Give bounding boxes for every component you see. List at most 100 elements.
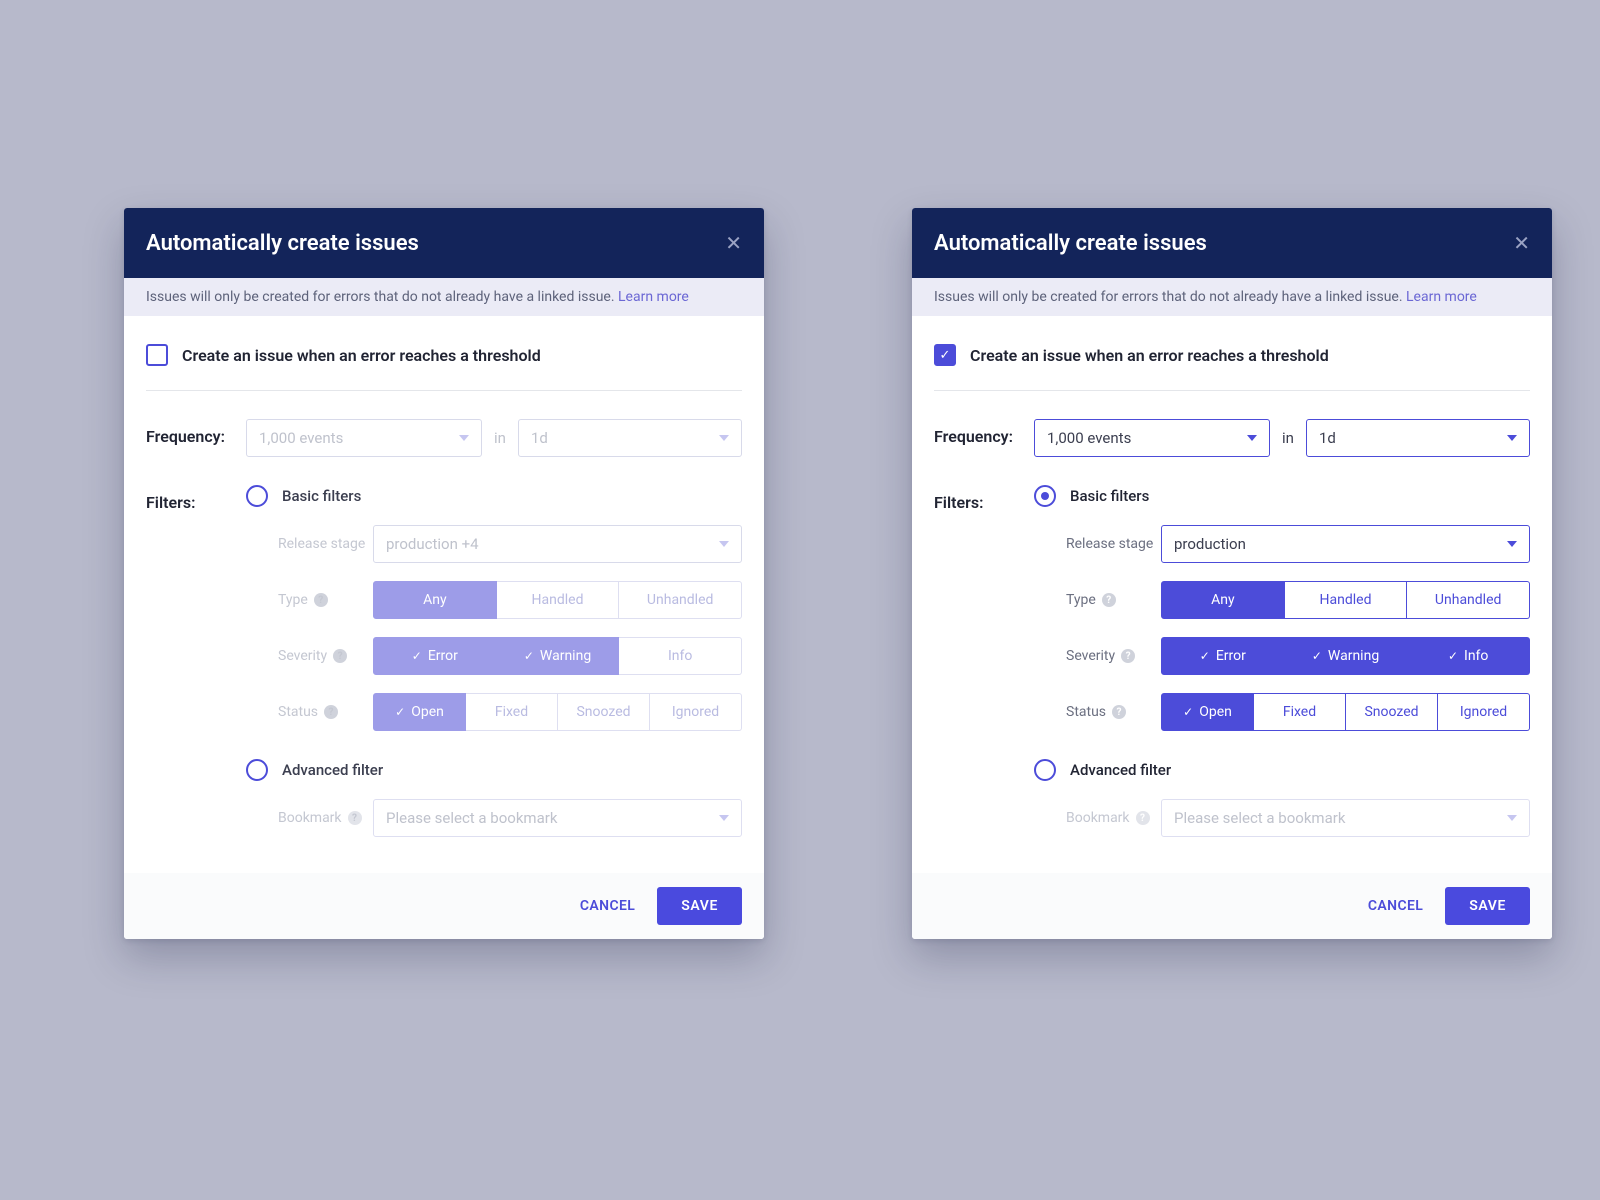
frequency-events-value: 1,000 events [1047,429,1131,447]
dialog-footer: CANCEL SAVE [912,873,1552,939]
status-ignored-toggle[interactable]: Ignored [650,693,742,731]
info-bar: Issues will only be created for errors t… [912,278,1552,316]
type-any-toggle[interactable]: Any [373,581,497,619]
dialog-title: Automatically create issues [146,231,419,256]
release-stage-value: production [1174,535,1246,553]
status-fixed-toggle[interactable]: Fixed [466,693,558,731]
radio-basic-filters[interactable] [246,485,268,507]
radio-advanced-filter[interactable] [1034,759,1056,781]
save-button[interactable]: SAVE [657,887,742,925]
close-icon[interactable]: ✕ [1513,233,1530,253]
severity-label: Severity [1066,648,1115,664]
help-icon[interactable]: ? [1102,593,1116,607]
radio-advanced-filter-label: Advanced filter [282,761,383,779]
severity-info-toggle[interactable]: ✓Info [1407,637,1530,675]
release-stage-label: Release stage [278,536,373,552]
close-icon[interactable]: ✕ [725,233,742,253]
help-icon[interactable]: ? [314,593,328,607]
filters-label: Filters: [934,485,1034,512]
dialog-auto-create-issues: Automatically create issues ✕ Issues wil… [912,208,1552,939]
status-fixed-toggle[interactable]: Fixed [1254,693,1346,731]
type-unhandled-toggle[interactable]: Unhandled [619,581,742,619]
threshold-checkbox[interactable]: ✓ [934,344,956,366]
status-open-toggle[interactable]: ✓Open [1161,693,1254,731]
status-snoozed-toggle[interactable]: Snoozed [1346,693,1438,731]
radio-basic-filters-label: Basic filters [282,487,361,505]
chevron-down-icon [719,815,729,821]
frequency-period-select[interactable]: 1d [518,419,742,457]
frequency-joiner: in [1282,429,1294,447]
severity-error-toggle[interactable]: ✓Error [1161,637,1285,675]
bookmark-placeholder: Please select a bookmark [1174,809,1345,827]
help-icon[interactable]: ? [333,649,347,663]
frequency-events-select[interactable]: 1,000 events [1034,419,1270,457]
check-icon: ✓ [1183,705,1193,719]
dialog-header: Automatically create issues ✕ [124,208,764,278]
status-ignored-toggle[interactable]: Ignored [1438,693,1530,731]
type-handled-toggle[interactable]: Handled [497,581,620,619]
frequency-period-select[interactable]: 1d [1306,419,1530,457]
threshold-checkbox-label: Create an issue when an error reaches a … [182,346,541,365]
severity-info-toggle[interactable]: Info [619,637,742,675]
type-unhandled-toggle[interactable]: Unhandled [1407,581,1530,619]
radio-dot-icon [1041,492,1049,500]
cancel-button[interactable]: CANCEL [1368,898,1423,914]
check-icon: ✓ [1200,649,1210,663]
check-icon: ✓ [1448,649,1458,663]
frequency-period-value: 1d [531,429,548,447]
help-icon[interactable]: ? [1121,649,1135,663]
check-icon: ✓ [395,705,405,719]
bookmark-select[interactable]: Please select a bookmark [373,799,742,837]
help-icon[interactable]: ? [348,811,362,825]
cancel-button[interactable]: CANCEL [580,898,635,914]
threshold-checkbox-label: Create an issue when an error reaches a … [970,346,1329,365]
type-any-toggle[interactable]: Any [1161,581,1285,619]
status-snoozed-toggle[interactable]: Snoozed [558,693,650,731]
bookmark-select[interactable]: Please select a bookmark [1161,799,1530,837]
dialog-auto-create-issues: Automatically create issues ✕ Issues wil… [124,208,764,939]
status-label: Status [278,704,318,720]
radio-basic-filters[interactable] [1034,485,1056,507]
save-button[interactable]: SAVE [1445,887,1530,925]
chevron-down-icon [1507,541,1517,547]
check-icon: ✓ [940,349,951,362]
frequency-label: Frequency: [146,419,246,446]
chevron-down-icon [719,435,729,441]
release-stage-select[interactable]: production [1161,525,1530,563]
status-open-toggle[interactable]: ✓Open [373,693,466,731]
filters-label: Filters: [146,485,246,512]
chevron-down-icon [1507,435,1517,441]
check-icon: ✓ [524,649,534,663]
info-text: Issues will only be created for errors t… [934,289,1406,305]
severity-warning-toggle[interactable]: ✓Warning [497,637,620,675]
threshold-checkbox[interactable] [146,344,168,366]
dialog-header: Automatically create issues ✕ [912,208,1552,278]
release-stage-value: production +4 [386,535,479,553]
info-text: Issues will only be created for errors t… [146,289,618,305]
frequency-events-select[interactable]: 1,000 events [246,419,482,457]
help-icon[interactable]: ? [1136,811,1150,825]
severity-label: Severity [278,648,327,664]
frequency-label: Frequency: [934,419,1034,446]
learn-more-link[interactable]: Learn more [618,289,689,305]
bookmark-label: Bookmark [1066,810,1130,826]
severity-error-toggle[interactable]: ✓Error [373,637,497,675]
radio-advanced-filter[interactable] [246,759,268,781]
release-stage-label: Release stage [1066,536,1161,552]
check-icon: ✓ [412,649,422,663]
help-icon[interactable]: ? [1112,705,1126,719]
chevron-down-icon [719,541,729,547]
frequency-period-value: 1d [1319,429,1336,447]
type-handled-toggle[interactable]: Handled [1285,581,1408,619]
frequency-events-value: 1,000 events [259,429,343,447]
chevron-down-icon [1507,815,1517,821]
help-icon[interactable]: ? [324,705,338,719]
release-stage-select[interactable]: production +4 [373,525,742,563]
frequency-joiner: in [494,429,506,447]
learn-more-link[interactable]: Learn more [1406,289,1477,305]
severity-warning-toggle[interactable]: ✓Warning [1285,637,1408,675]
check-icon: ✓ [1312,649,1322,663]
radio-basic-filters-label: Basic filters [1070,487,1149,505]
info-bar: Issues will only be created for errors t… [124,278,764,316]
radio-advanced-filter-label: Advanced filter [1070,761,1171,779]
